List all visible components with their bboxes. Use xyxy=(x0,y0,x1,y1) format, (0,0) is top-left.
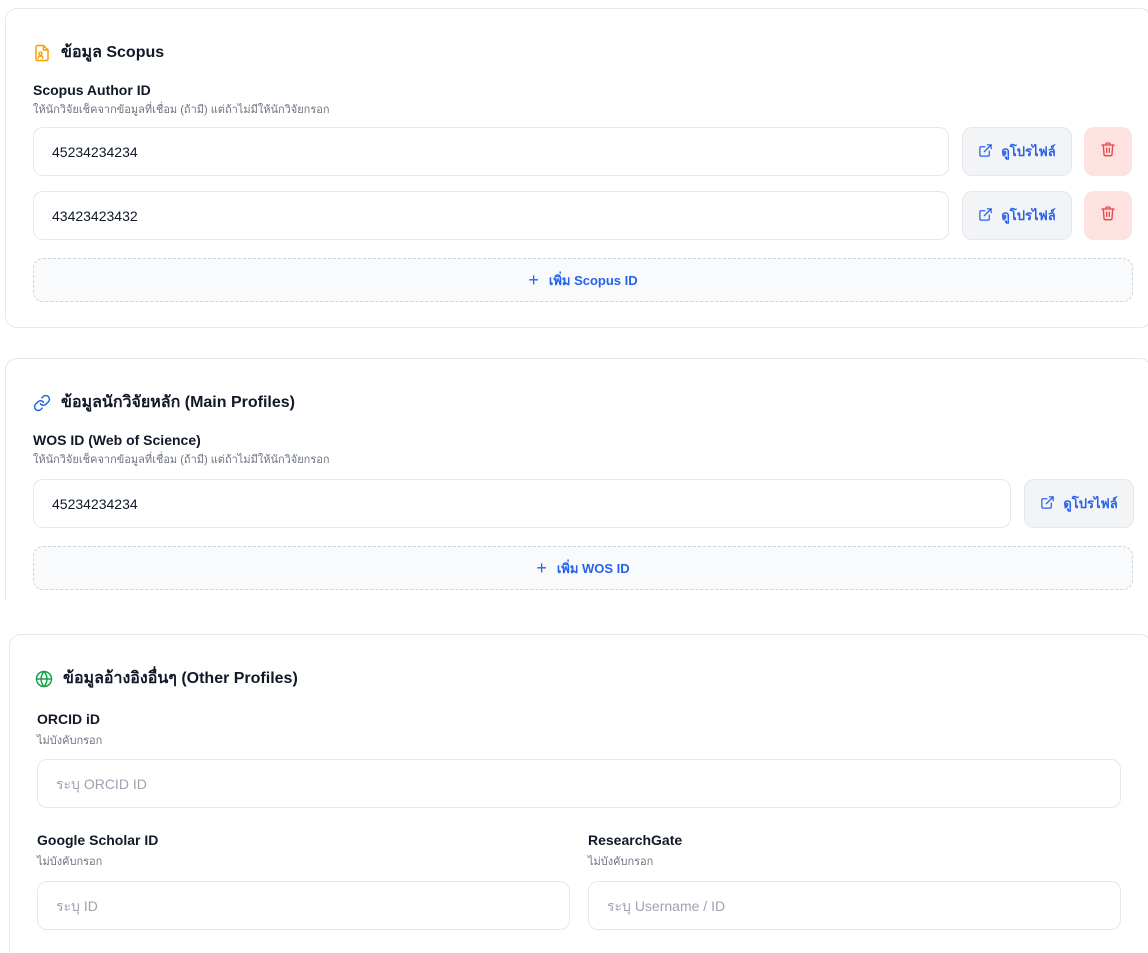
main-profiles-card: ข้อมูลนักวิจัยหลัก (Main Profiles) WOS I… xyxy=(5,358,1148,600)
add-scopus-id-label: เพิ่ม Scopus ID xyxy=(548,272,638,288)
orcid-input[interactable] xyxy=(37,759,1121,808)
wos-id-label: WOS ID (Web of Science) xyxy=(33,432,201,448)
scopus-id-input-2[interactable] xyxy=(33,191,949,240)
wos-id-hint: ให้นักวิจัยเช็คจากข้อมูลที่เชื่อม (ถ้ามี… xyxy=(33,454,330,466)
scopus-delete-button-2[interactable] xyxy=(1084,191,1132,240)
view-profile-label: ดูโปรไฟล์ xyxy=(1001,208,1056,223)
other-profiles-card-title: ข้อมูลอ้างอิงอื่นๆ (Other Profiles) xyxy=(35,666,298,691)
add-wos-id-button[interactable]: + เพิ่ม WOS ID xyxy=(33,546,1133,590)
scopus-author-id-label: Scopus Author ID xyxy=(33,82,151,98)
wos-view-profile-button-1[interactable]: ดูโปรไฟล์ xyxy=(1024,479,1134,528)
plus-icon: + xyxy=(536,558,547,578)
scopus-card-title: ข้อมูล Scopus xyxy=(33,40,164,65)
scopus-title-text: ข้อมูล Scopus xyxy=(61,44,165,61)
scopus-card: ข้อมูล Scopus Scopus Author ID ให้นักวิจ… xyxy=(5,8,1148,328)
orcid-label: ORCID iD xyxy=(37,711,100,727)
other-profiles-card: ข้อมูลอ้างอิงอื่นๆ (Other Profiles) ORCI… xyxy=(9,634,1148,953)
globe-icon xyxy=(35,670,53,688)
main-profiles-title-text: ข้อมูลนักวิจัยหลัก (Main Profiles) xyxy=(61,394,295,411)
wos-id-input-1[interactable] xyxy=(33,479,1011,528)
google-scholar-input[interactable] xyxy=(37,881,570,930)
trash-icon xyxy=(1100,205,1116,226)
researchgate-hint: ไม่บังคับกรอก xyxy=(588,856,654,868)
other-profiles-title-text: ข้อมูลอ้างอิงอื่นๆ (Other Profiles) xyxy=(63,670,298,687)
link-icon xyxy=(33,394,51,412)
scopus-id-input-1[interactable] xyxy=(33,127,949,176)
researchgate-input[interactable] xyxy=(588,881,1121,930)
view-profile-label: ดูโปรไฟล์ xyxy=(1001,144,1056,159)
main-profiles-card-title: ข้อมูลนักวิจัยหลัก (Main Profiles) xyxy=(33,390,295,415)
trash-icon xyxy=(1100,141,1116,162)
document-user-icon xyxy=(33,44,51,62)
scopus-delete-button-1[interactable] xyxy=(1084,127,1132,176)
view-profile-label: ดูโปรไฟล์ xyxy=(1063,496,1118,511)
google-scholar-hint: ไม่บังคับกรอก xyxy=(37,856,103,868)
researchgate-label: ResearchGate xyxy=(588,832,683,848)
scopus-view-profile-button-2[interactable]: ดูโปรไฟล์ xyxy=(962,191,1072,240)
scopus-view-profile-button-1[interactable]: ดูโปรไฟล์ xyxy=(962,127,1072,176)
google-scholar-label: Google Scholar ID xyxy=(37,832,159,848)
external-link-icon xyxy=(978,143,993,161)
orcid-hint: ไม่บังคับกรอก xyxy=(37,735,103,747)
external-link-icon xyxy=(1040,495,1055,513)
external-link-icon xyxy=(978,207,993,225)
scopus-author-id-hint: ให้นักวิจัยเช็คจากข้อมูลที่เชื่อม (ถ้ามี… xyxy=(33,104,330,116)
add-wos-id-label: เพิ่ม WOS ID xyxy=(556,560,630,576)
plus-icon: + xyxy=(528,270,539,290)
add-scopus-id-button[interactable]: + เพิ่ม Scopus ID xyxy=(33,258,1133,302)
